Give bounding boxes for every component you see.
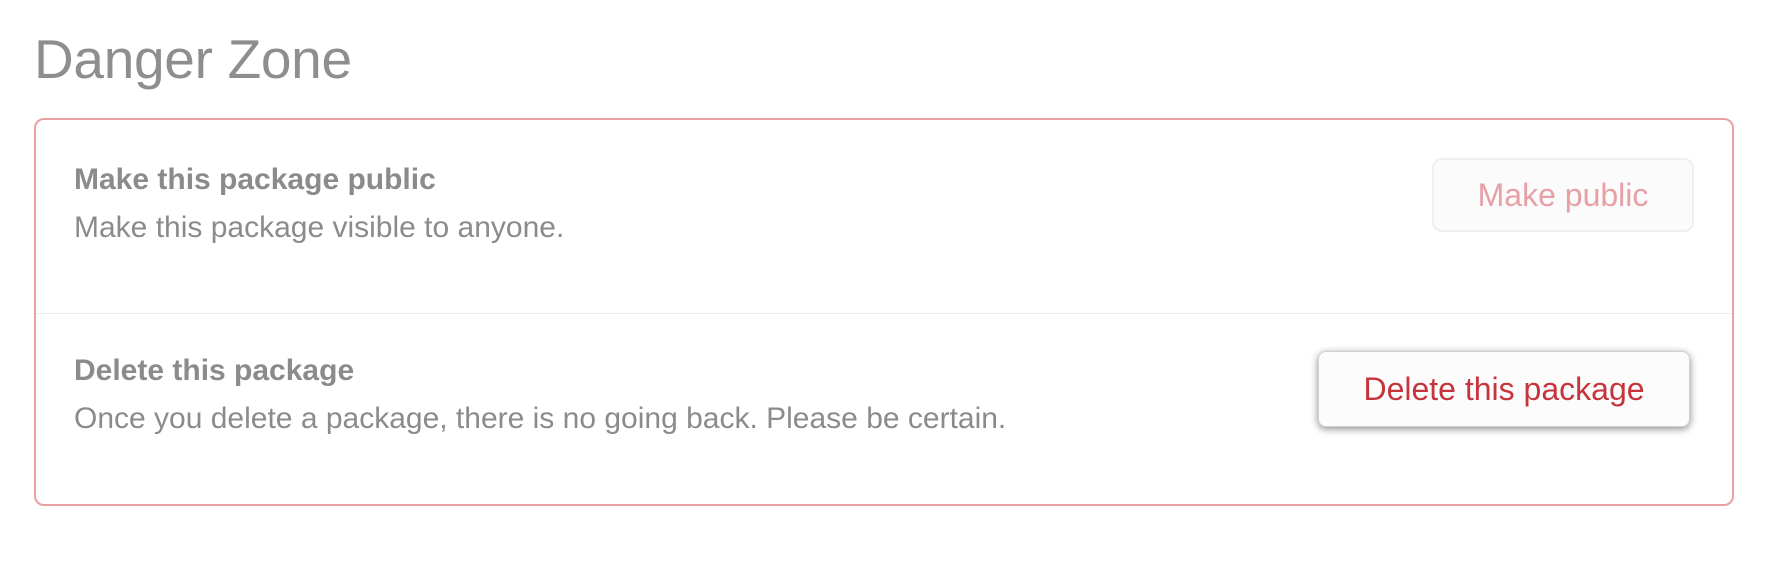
make-public-description: Make this package visible to anyone. <box>74 211 565 244</box>
delete-package-heading: Delete this package <box>74 354 355 387</box>
make-public-row: Make this package public Make this packa… <box>36 120 1732 314</box>
danger-zone-box: Make this package public Make this packa… <box>34 118 1734 506</box>
make-public-heading: Make this package public <box>74 163 436 196</box>
make-public-button[interactable]: Make public <box>1432 158 1694 232</box>
danger-zone-page: Danger Zone Make this package public Mak… <box>0 0 1782 562</box>
delete-package-row: Delete this package Once you delete a pa… <box>36 315 1732 504</box>
row-divider <box>36 313 1732 314</box>
delete-package-description: Once you delete a package, there is no g… <box>74 402 1007 435</box>
section-title: Danger Zone <box>34 28 352 90</box>
delete-package-button[interactable]: Delete this package <box>1318 351 1690 427</box>
